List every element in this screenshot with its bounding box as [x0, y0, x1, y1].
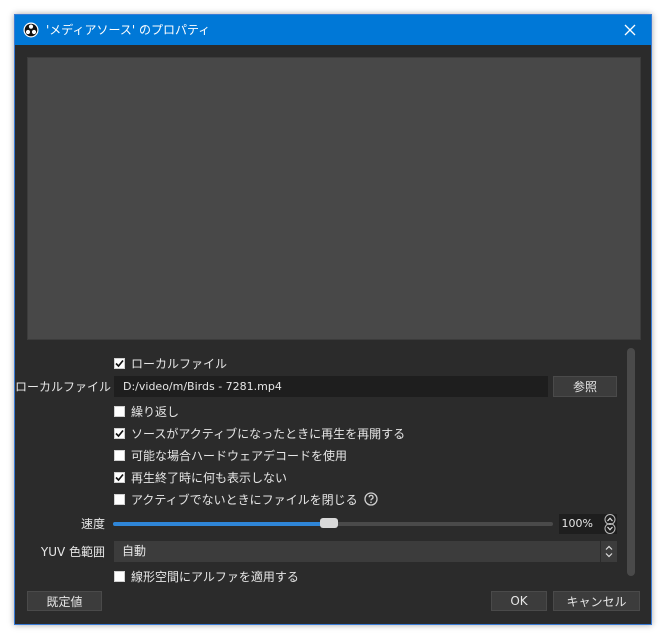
help-icon[interactable] — [364, 492, 378, 506]
speed-spinbox[interactable]: 100% — [559, 514, 617, 534]
yuv-range-label: YUV 色範囲 — [40, 545, 105, 559]
local-file-checkbox[interactable]: ローカルファイル — [114, 355, 227, 371]
clear-on-end-checkbox[interactable]: 再生終了時に何も表示しない — [114, 469, 287, 485]
checkmark-icon — [115, 359, 124, 367]
checkbox-box — [114, 405, 125, 417]
cancel-button[interactable]: キャンセル — [553, 591, 640, 611]
window-title: 'メディアソース' のプロパティ — [46, 23, 211, 37]
defaults-button[interactable]: 既定値 — [27, 591, 102, 611]
ok-button-label: OK — [510, 594, 528, 608]
restart-on-activate-label: ソースがアクティブになったときに再生を再開する — [131, 426, 406, 441]
speed-slider-handle[interactable] — [319, 518, 338, 528]
spin-up-down-icon — [604, 514, 616, 534]
clear-on-end-label: 再生終了時に何も表示しない — [131, 470, 288, 485]
spin-arrows[interactable] — [603, 514, 617, 534]
linear-alpha-checkbox[interactable]: 線形空間にアルファを適用する — [114, 568, 299, 584]
close-when-inactive-checkbox[interactable]: アクティブでないときにファイルを閉じる — [114, 491, 378, 507]
select-arrows — [600, 541, 617, 562]
title-bar[interactable]: 'メディアソース' のプロパティ — [15, 15, 651, 45]
checkbox-box — [114, 357, 125, 369]
checkbox-box — [114, 493, 125, 505]
close-button[interactable] — [609, 15, 651, 45]
checkbox-box — [114, 427, 125, 439]
defaults-button-label: 既定値 — [46, 594, 83, 609]
checkbox-box — [114, 471, 125, 483]
properties-dialog: 'メディアソース' のプロパティ ローカルファイル ローカルファイル D:/vi… — [14, 14, 652, 625]
restart-on-activate-checkbox[interactable]: ソースがアクティブになったときに再生を再開する — [114, 425, 405, 441]
hw-decode-label: 可能な場合ハードウェアデコードを使用 — [131, 448, 348, 463]
cancel-button-label: キャンセル — [566, 594, 627, 609]
local-file-checkbox-label: ローカルファイル — [131, 356, 228, 371]
browse-button[interactable]: 参照 — [553, 376, 617, 397]
ok-button[interactable]: OK — [491, 591, 547, 611]
local-file-path-input[interactable]: D:/video/m/Birds - 7281.mp4 — [114, 376, 548, 397]
scrollbar[interactable] — [627, 348, 635, 576]
loop-checkbox-label: 繰り返し — [131, 404, 180, 419]
chevron-up-down-icon — [605, 545, 613, 558]
yuv-range-select[interactable]: 自動 — [114, 541, 617, 562]
close-when-inactive-label: アクティブでないときにファイルを閉じる — [131, 492, 358, 507]
yuv-range-value: 自動 — [122, 544, 147, 558]
speed-label: 速度 — [80, 517, 105, 531]
speed-value: 100% — [561, 517, 593, 530]
speed-slider-fill — [113, 522, 329, 526]
linear-alpha-label: 線形空間にアルファを適用する — [131, 569, 299, 584]
checkbox-box — [114, 570, 125, 582]
browse-button-label: 参照 — [572, 380, 597, 394]
local-file-label: ローカルファイル — [15, 380, 112, 394]
checkmark-icon — [115, 429, 124, 437]
media-preview — [27, 57, 641, 340]
hw-decode-checkbox[interactable]: 可能な場合ハードウェアデコードを使用 — [114, 447, 347, 463]
checkbox-box — [114, 449, 125, 461]
obs-logo-icon — [23, 22, 39, 38]
speed-slider[interactable] — [113, 518, 553, 528]
close-icon — [624, 24, 636, 36]
checkmark-icon — [115, 473, 124, 481]
loop-checkbox[interactable]: 繰り返し — [114, 403, 179, 419]
